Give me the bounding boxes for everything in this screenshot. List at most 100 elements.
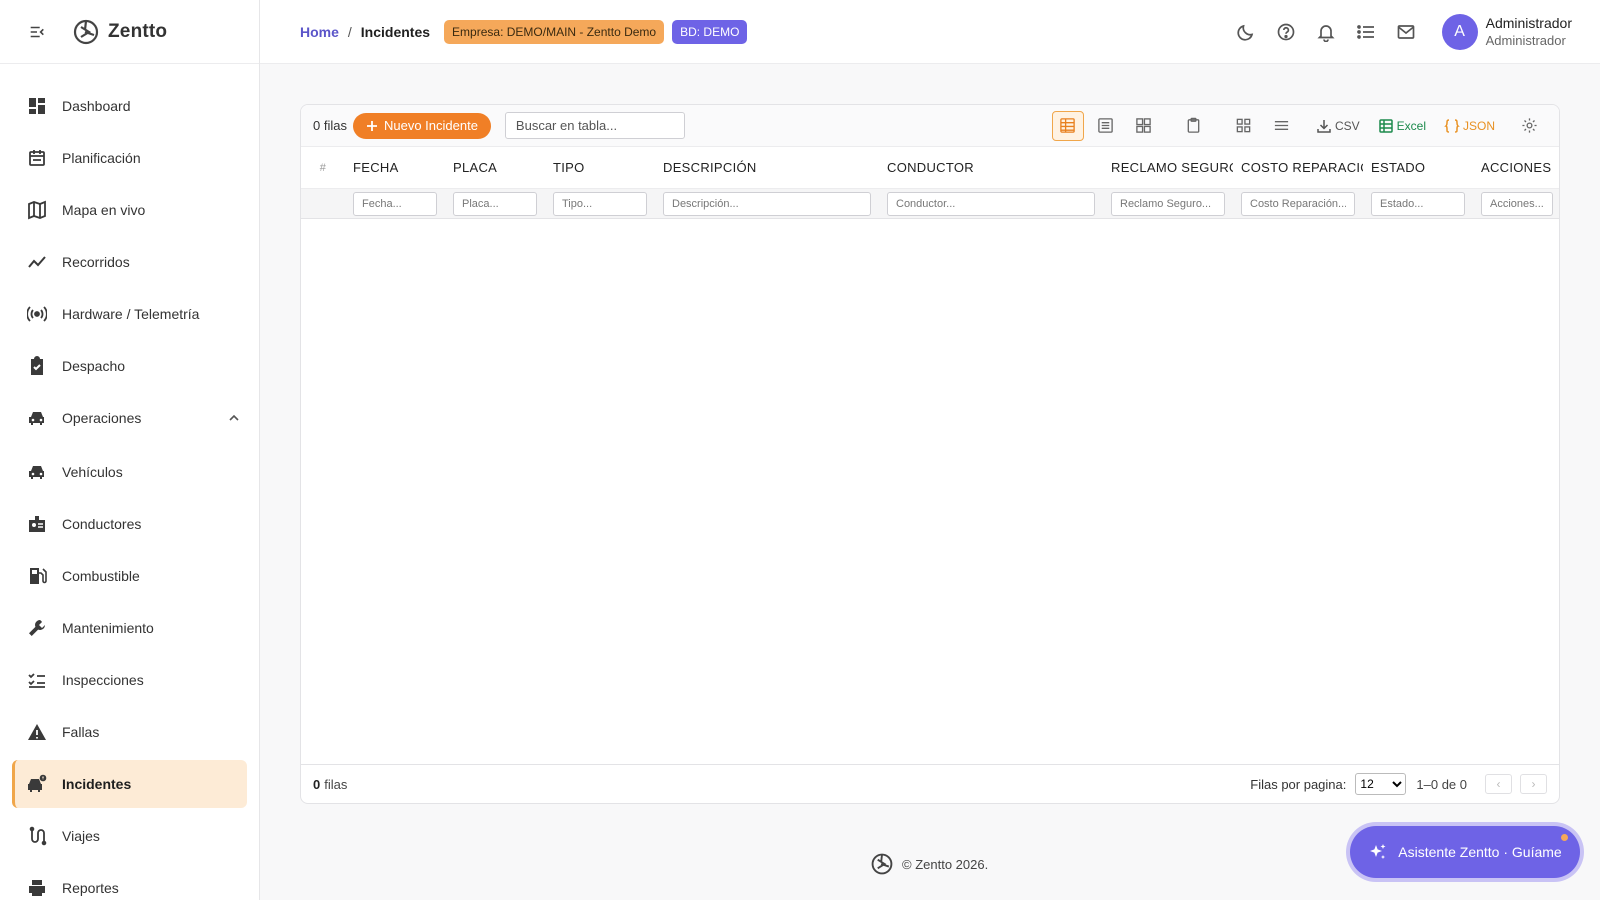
filter-acciones-input[interactable] <box>1481 191 1553 216</box>
database-badge[interactable]: BD: DEMO <box>672 19 748 44</box>
zentto-logo-icon <box>73 19 99 44</box>
sidebar-item-vehiculos[interactable]: Vehículos <box>12 448 247 496</box>
sidebar-item-label: Operaciones <box>62 410 142 426</box>
breadcrumb-home-link[interactable]: Home <box>300 24 339 40</box>
list-view-icon[interactable] <box>1090 111 1122 141</box>
page-footer: © Zentto 2026. <box>870 852 988 876</box>
sidebar-item-recorridos[interactable]: Recorridos <box>12 238 247 286</box>
sidebar-item-label: Incidentes <box>62 776 132 792</box>
plus-icon <box>366 120 377 131</box>
density-icon[interactable] <box>1266 111 1298 141</box>
footer-row-count: 0 <box>313 776 321 792</box>
sidebar-item-label: Despacho <box>62 358 126 374</box>
car-icon <box>26 461 48 483</box>
route-icon <box>26 825 48 847</box>
col-header-placa[interactable]: PLACA <box>445 160 545 175</box>
sidebar-item-mapa-en-vivo[interactable]: Mapa en vivo <box>12 186 247 234</box>
sidebar-item-dashboard[interactable]: Dashboard <box>12 82 247 130</box>
task-list-icon[interactable] <box>1356 22 1376 42</box>
app-logo[interactable]: Zentto <box>72 18 167 46</box>
sidebar-item-operaciones[interactable]: Operaciones <box>12 394 247 442</box>
filter-costo-reparacion-input[interactable] <box>1241 191 1355 216</box>
col-header-conductor[interactable]: CONDUCTOR <box>879 160 1103 175</box>
col-header-estado[interactable]: ESTADO <box>1363 160 1473 175</box>
filter-tipo-input[interactable] <box>553 191 647 216</box>
download-icon <box>1317 119 1331 133</box>
sidebar-item-incidentes[interactable]: Incidentes <box>12 760 247 808</box>
sidebar-item-viajes[interactable]: Viajes <box>12 812 247 860</box>
car-icon <box>26 407 48 429</box>
filter-conductor-input[interactable] <box>887 191 1095 216</box>
col-header-tipo[interactable]: TIPO <box>545 160 655 175</box>
braces-icon <box>1444 118 1460 133</box>
sidebar-nav: Dashboard Planificación Mapa en vivo Rec… <box>0 64 259 900</box>
assistant-label: Asistente Zentto · Guíame <box>1398 844 1562 860</box>
filter-descripcion-input[interactable] <box>663 191 871 216</box>
sidebar-item-fallas[interactable]: Fallas <box>12 708 247 756</box>
filter-estado-input[interactable] <box>1371 191 1465 216</box>
avatar[interactable]: A <box>1441 14 1478 50</box>
sidebar-item-label: Mapa en vivo <box>62 202 146 218</box>
sidebar-item-label: Viajes <box>62 828 100 844</box>
notifications-bell-icon[interactable] <box>1316 22 1336 42</box>
user-name: Administrador <box>1485 15 1572 31</box>
assistant-button[interactable]: Asistente Zentto · Guíame <box>1350 826 1580 878</box>
toolbar-actions: CSV Excel JSON <box>1046 110 1545 141</box>
previous-page-button[interactable]: ‹ <box>1485 774 1512 794</box>
export-csv-label: CSV <box>1334 118 1360 133</box>
sidebar-item-despacho[interactable]: Despacho <box>12 342 247 390</box>
footer-row-count-label: filas <box>324 776 348 792</box>
export-csv-button[interactable]: CSV <box>1316 118 1360 134</box>
grid-layout-icon[interactable] <box>1228 111 1260 141</box>
next-page-button[interactable]: › <box>1520 774 1547 794</box>
table-footer: 0 filas Filas por pagina: 12 1–0 de 0 ‹ … <box>301 765 1559 803</box>
rows-per-page-select[interactable]: 12 <box>1355 773 1407 795</box>
export-json-button[interactable]: JSON <box>1444 118 1495 134</box>
breadcrumb: Home / Incidentes <box>300 24 430 40</box>
copyright-text: © Zentto 2026. <box>902 856 989 872</box>
user-info[interactable]: Administrador Administrador <box>1486 15 1572 49</box>
app-name: Zentto <box>108 20 168 42</box>
help-icon[interactable] <box>1276 22 1296 42</box>
col-header-fecha[interactable]: FECHA <box>345 160 445 175</box>
col-header-reclamo-seguro[interactable]: RECLAMO SEGURO <box>1103 160 1233 175</box>
sidebar-item-label: Conductores <box>62 516 142 532</box>
zentto-logo-icon <box>871 853 893 875</box>
sidebar-item-reportes[interactable]: Reportes <box>12 864 247 900</box>
incidents-table-card: 0 filas Nuevo Incidente CSV Excel JSON <box>300 104 1560 804</box>
card-view-icon[interactable] <box>1128 111 1160 141</box>
filter-fecha-input[interactable] <box>353 191 437 216</box>
export-excel-button[interactable]: Excel <box>1378 118 1426 134</box>
col-header-acciones[interactable]: ACCIONES <box>1473 160 1559 175</box>
calendar-icon <box>26 147 48 169</box>
sidebar-item-label: Hardware / Telemetría <box>62 306 200 322</box>
table-search-input[interactable] <box>504 112 685 139</box>
dark-mode-icon[interactable] <box>1236 22 1256 42</box>
sidebar-item-conductores[interactable]: Conductores <box>12 500 247 548</box>
col-header-descripcion[interactable]: DESCRIPCIÓN <box>655 160 879 175</box>
top-bar: Home / Incidentes Empresa: DEMO/MAIN - Z… <box>260 0 1600 64</box>
mail-icon[interactable] <box>1396 22 1416 42</box>
sparkles-icon <box>1370 844 1386 859</box>
collapse-menu-icon[interactable] <box>28 23 46 41</box>
map-icon <box>26 199 48 221</box>
table-view-icon[interactable] <box>1051 110 1084 141</box>
sidebar-item-label: Reportes <box>62 880 119 896</box>
new-incident-button[interactable]: Nuevo Incidente <box>352 112 491 139</box>
sidebar-item-combustible[interactable]: Combustible <box>12 552 247 600</box>
sidebar-item-label: Combustible <box>62 568 140 584</box>
filter-placa-input[interactable] <box>453 191 537 216</box>
settings-gear-icon[interactable] <box>1513 111 1545 141</box>
sidebar-item-planificacion[interactable]: Planificación <box>12 134 247 182</box>
sidebar-item-label: Recorridos <box>62 254 130 270</box>
sidebar-item-hardware-telemetria[interactable]: Hardware / Telemetría <box>12 290 247 338</box>
sidebar-item-mantenimiento[interactable]: Mantenimiento <box>12 604 247 652</box>
user-role: Administrador <box>1485 33 1566 48</box>
filter-reclamo-seguro-input[interactable] <box>1111 191 1225 216</box>
chevron-up-icon[interactable] <box>227 411 241 425</box>
table-body-empty <box>301 219 1559 765</box>
company-badge[interactable]: Empresa: DEMO/MAIN - Zentto Demo <box>444 19 665 44</box>
clipboard-icon[interactable] <box>1178 111 1210 141</box>
sidebar-item-inspecciones[interactable]: Inspecciones <box>12 656 247 704</box>
col-header-costo-reparacion[interactable]: COSTO REPARACIÓ <box>1233 160 1363 175</box>
